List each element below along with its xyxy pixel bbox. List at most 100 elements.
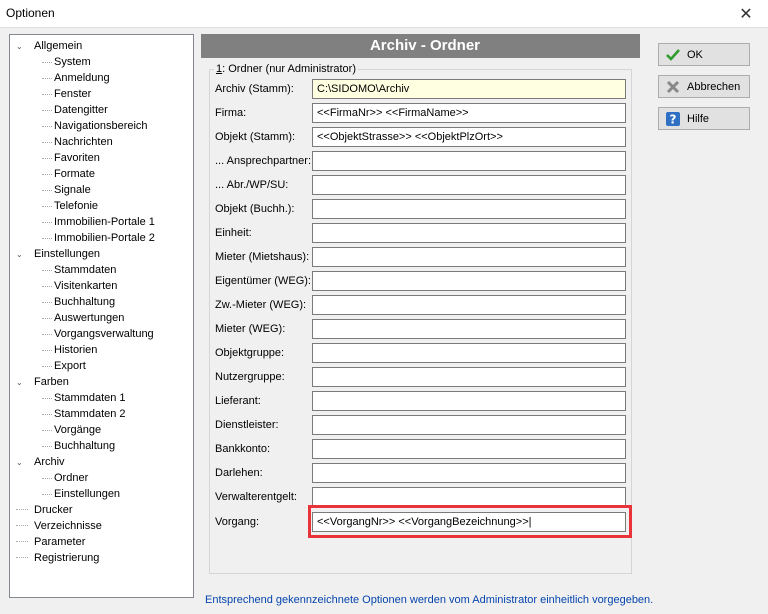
help-icon: ? <box>665 111 681 127</box>
field-input[interactable] <box>312 391 626 411</box>
field-input[interactable] <box>312 247 626 267</box>
tree-item[interactable]: ⌄ Einstellungen <box>10 246 193 262</box>
tree-item[interactable]: Fenster <box>10 86 193 102</box>
tree-item[interactable]: Vorgangsverwaltung <box>10 326 193 342</box>
field-label: Bankkonto: <box>215 443 271 455</box>
tree-item-label: Stammdaten 2 <box>54 408 126 420</box>
tree-item[interactable]: Stammdaten 2 <box>10 406 193 422</box>
window-title: Optionen <box>6 6 55 20</box>
tree-item[interactable]: Vorgänge <box>10 422 193 438</box>
chevron-down-icon[interactable]: ⌄ <box>16 39 28 55</box>
tree-item-label: Export <box>54 360 86 372</box>
help-button[interactable]: ? Hilfe <box>658 107 750 130</box>
options-tree[interactable]: ⌄ Allgemein System Anmeldung Fenster Datengit… <box>9 34 194 598</box>
tree-item-label: Einstellungen <box>34 248 101 260</box>
tree-item-label: Verzeichnisse <box>34 520 102 532</box>
tree-item[interactable]: Stammdaten 1 <box>10 390 193 406</box>
field-label: Firma: <box>215 107 247 119</box>
tree-item-label: Stammdaten <box>54 264 117 276</box>
field-input[interactable] <box>312 319 626 339</box>
field-input[interactable] <box>312 439 626 459</box>
tree-item[interactable]: Favoriten <box>10 150 193 166</box>
group-legend: 1: Ordner (nur Administrator) <box>214 63 358 75</box>
tree-item[interactable]: Formate <box>10 166 193 182</box>
field-label: Dienstleister: <box>215 419 279 431</box>
tree-item[interactable]: Auswertungen <box>10 310 193 326</box>
ok-label: OK <box>687 48 703 61</box>
tree-item[interactable]: Immobilien-Portale 1 <box>10 214 193 230</box>
close-button[interactable]: ✕ <box>724 0 768 28</box>
tree-item[interactable]: Ordner <box>10 470 193 486</box>
tree-item-label: Archiv <box>34 456 65 468</box>
tree-item[interactable]: ⌄ Allgemein <box>10 38 193 54</box>
tree-item-label: Allgemein <box>34 40 83 52</box>
tree-item[interactable]: ⌄ Archiv <box>10 454 193 470</box>
field-label: Mieter (Mietshaus): <box>215 251 310 263</box>
field-input[interactable] <box>312 343 626 363</box>
cancel-button[interactable]: Abbrechen <box>658 75 750 98</box>
field-input[interactable] <box>312 295 626 315</box>
field-label: ... Ansprechpartner: <box>215 155 311 167</box>
field-label: Nutzergruppe: <box>215 371 285 383</box>
tree-connector <box>16 534 28 542</box>
field-label: Verwalterentgelt: <box>215 491 297 503</box>
tree-item[interactable]: Navigationsbereich <box>10 118 193 134</box>
tree-item[interactable]: Export <box>10 358 193 374</box>
tree-item-label: Immobilien-Portale 1 <box>54 216 155 228</box>
ok-button[interactable]: OK <box>658 43 750 66</box>
tree-item[interactable]: Telefonie <box>10 198 193 214</box>
tree-item[interactable]: Stammdaten <box>10 262 193 278</box>
tree-item-label: Auswertungen <box>54 312 125 324</box>
tree-item-label: Drucker <box>34 504 73 516</box>
close-icon: ✕ <box>739 6 753 23</box>
tree-item-label: Ordner <box>54 472 89 484</box>
svg-text:?: ? <box>670 112 677 126</box>
field-input[interactable] <box>312 271 626 291</box>
tree-item[interactable]: Nachrichten <box>10 134 193 150</box>
field-label: Archiv (Stamm): <box>215 83 294 95</box>
tree-item[interactable]: Visitenkarten <box>10 278 193 294</box>
field-input[interactable] <box>312 79 626 99</box>
chevron-down-icon[interactable]: ⌄ <box>16 455 28 471</box>
tree-connector <box>16 518 28 526</box>
tree-item-label: Formate <box>54 168 95 180</box>
cancel-x-icon <box>665 79 681 95</box>
tree-item[interactable]: Verzeichnisse <box>10 518 193 534</box>
tree-item[interactable]: Anmeldung <box>10 70 193 86</box>
tree-item[interactable]: Registrierung <box>10 550 193 566</box>
field-input[interactable] <box>312 151 626 171</box>
tree-item[interactable]: Buchhaltung <box>10 438 193 454</box>
tree-item-label: Buchhaltung <box>54 440 116 452</box>
tree-item[interactable]: System <box>10 54 193 70</box>
tree-item[interactable]: Historien <box>10 342 193 358</box>
field-input[interactable] <box>312 199 626 219</box>
tree-item-label: Vorgangsverwaltung <box>54 328 154 340</box>
field-input[interactable] <box>312 463 626 483</box>
tree-item-label: Fenster <box>54 88 92 100</box>
group-legend-text: : Ordner (nur Administrator) <box>222 63 356 75</box>
field-input[interactable] <box>312 103 626 123</box>
tree-item[interactable]: ⌄ Farben <box>10 374 193 390</box>
tree-item-label: Favoriten <box>54 152 100 164</box>
field-input[interactable] <box>312 487 626 507</box>
tree-item-label: Anmeldung <box>54 72 110 84</box>
tree-item-label: Farben <box>34 376 69 388</box>
field-input[interactable] <box>312 367 626 387</box>
field-input[interactable] <box>312 127 626 147</box>
field-input[interactable] <box>312 175 626 195</box>
tree-item[interactable]: Buchhaltung <box>10 294 193 310</box>
tree-item[interactable]: Signale <box>10 182 193 198</box>
tree-item[interactable]: Parameter <box>10 534 193 550</box>
field-input[interactable] <box>312 223 626 243</box>
tree-item-label: Telefonie <box>54 200 99 212</box>
field-input[interactable] <box>312 415 626 435</box>
tree-item[interactable]: Datengitter <box>10 102 193 118</box>
tree-item[interactable]: Einstellungen <box>10 486 193 502</box>
chevron-down-icon[interactable]: ⌄ <box>16 247 28 263</box>
tree-item[interactable]: Immobilien-Portale 2 <box>10 230 193 246</box>
tree-item[interactable]: Drucker <box>10 502 193 518</box>
tree-item-label: Datengitter <box>54 104 108 116</box>
field-label: Eigentümer (WEG): <box>215 275 311 287</box>
tree-connector <box>16 550 28 558</box>
chevron-down-icon[interactable]: ⌄ <box>16 375 28 391</box>
